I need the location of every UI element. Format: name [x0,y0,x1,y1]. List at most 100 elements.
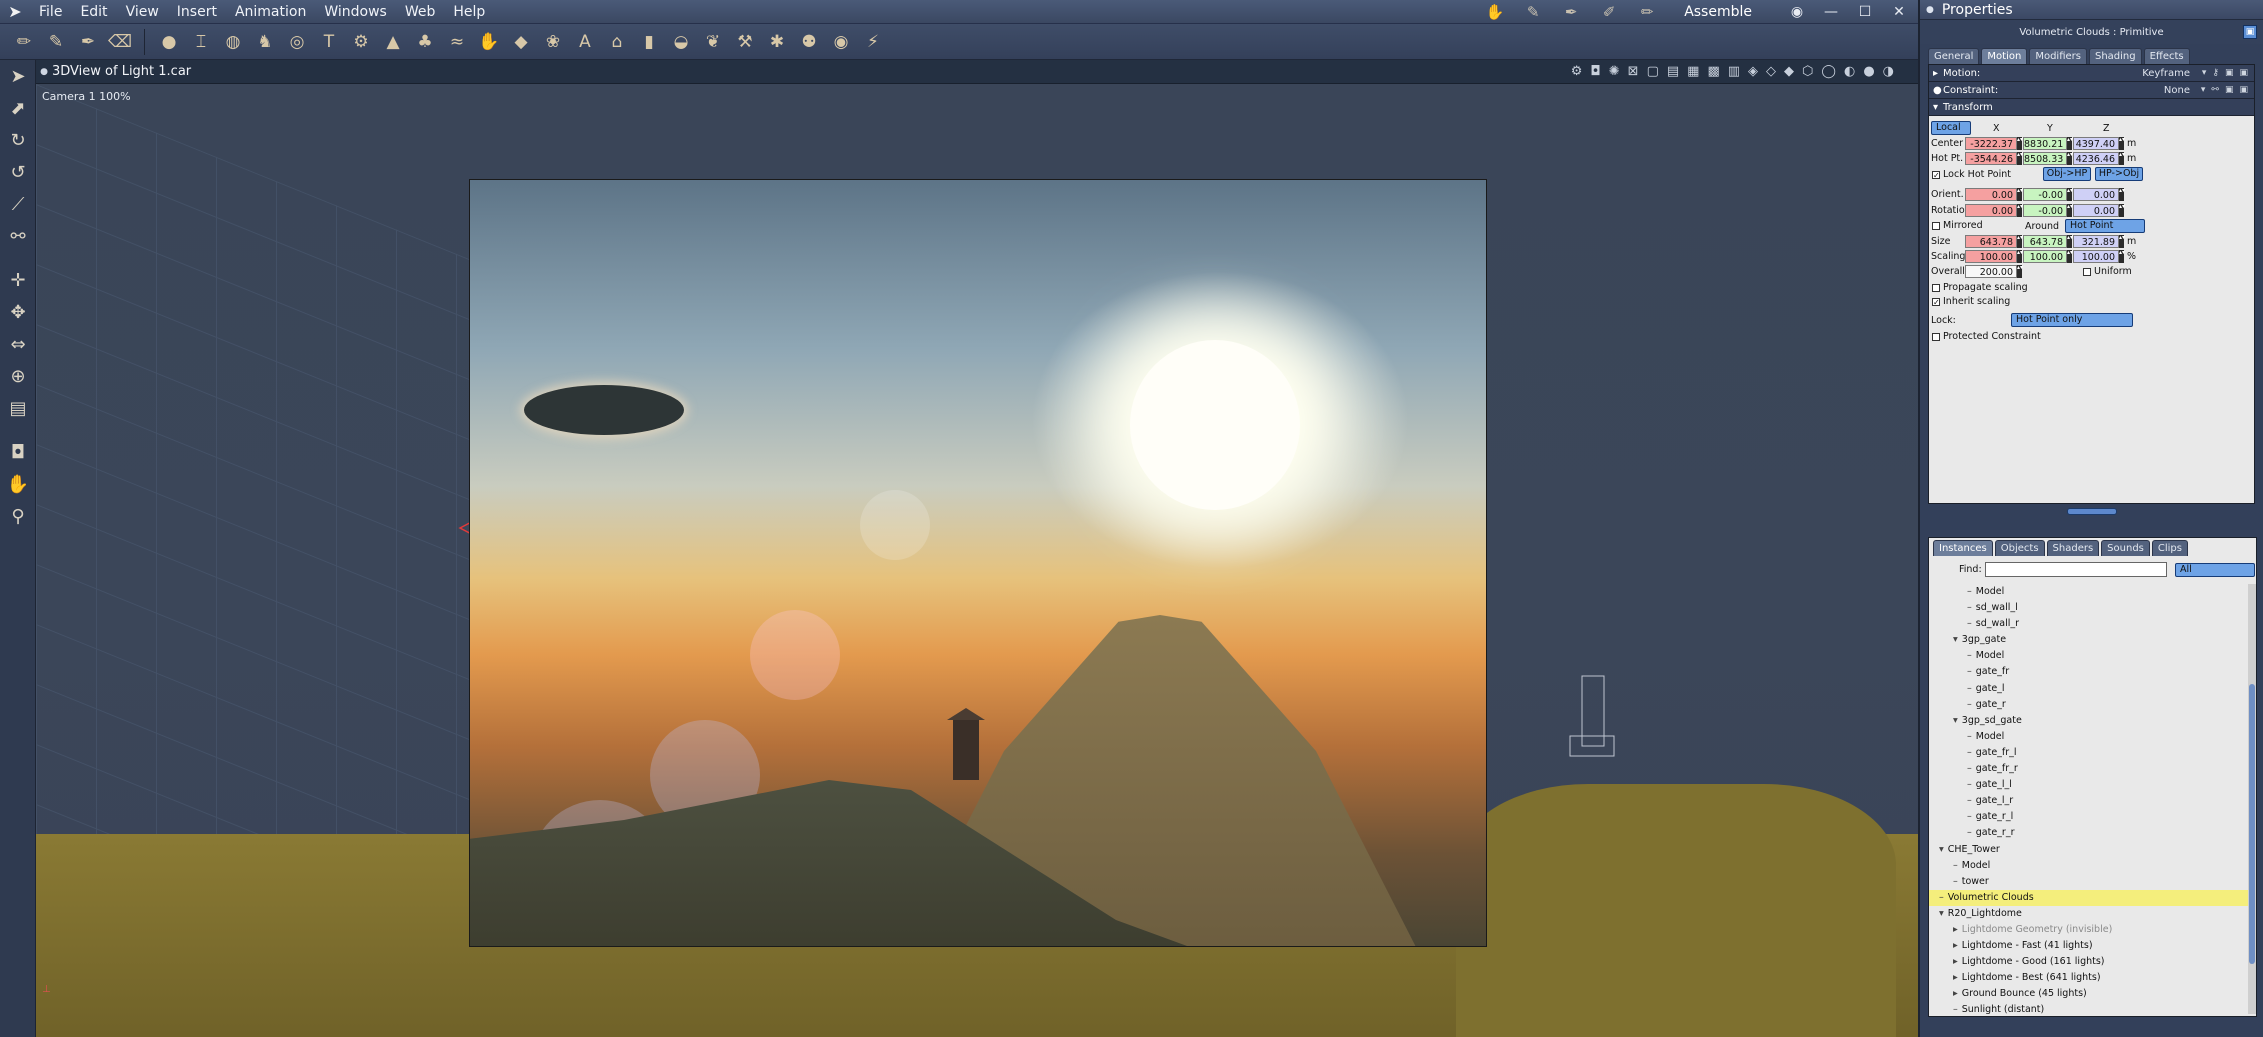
dropdown-icon[interactable]: ▾ [2202,68,2207,78]
target-icon[interactable]: ◉ [827,28,855,56]
motion-value[interactable]: Keyframe [2142,68,2190,79]
propagate-scaling-checkbox[interactable] [1932,284,1940,292]
tree-item[interactable]: ▸ Lightdome - Fast (41 lights) [1929,938,2249,954]
copy-icon[interactable]: ▣ [2225,85,2234,95]
zoom-icon[interactable]: ⚲ [0,500,36,532]
hp-to-obj-button[interactable]: HP->Obj [2095,167,2143,181]
hotpt-x-field[interactable]: -3544.26 [1965,152,2017,165]
tab-shading[interactable]: Shading [2088,48,2142,64]
dropdown-icon[interactable]: ▾ [2201,85,2206,95]
bowl-icon[interactable]: ◒ [667,28,695,56]
constraint-value[interactable]: None [2164,85,2190,96]
hammer-icon[interactable]: ⚒ [731,28,759,56]
pen-room-icon[interactable]: ✒ [1560,3,1582,21]
tree-icon[interactable]: ♣ [411,28,439,56]
ground-icon[interactable]: ▤ [0,392,36,424]
scaling-y-field[interactable]: 100.00 [2023,250,2067,263]
find-input[interactable] [1985,562,2167,577]
motion-section[interactable]: ▸ Motion: Keyframe ▾ ⚷ ▣ ▣ [1929,65,2254,82]
move-plane-icon[interactable]: ✥ [0,296,36,328]
rotate-icon[interactable]: ↻ [0,124,36,156]
tab-effects[interactable]: Effects [2143,48,2190,64]
eye-icon[interactable]: ◉ [1788,4,1806,20]
maximize-button[interactable]: ☐ [1856,4,1874,20]
transform-section[interactable]: ▾ Transform [1929,99,2254,116]
size-x-field[interactable]: 643.78 [1965,235,2017,248]
shading-texture-icon[interactable]: ◑ [1883,64,1894,79]
tree-item[interactable]: – gate_fr_r [1929,761,2249,777]
collapsed-arrow-icon[interactable]: ▸ [1953,940,1958,951]
rotation-x-field[interactable]: 0.00 [1965,204,2017,217]
paste-icon[interactable]: ▣ [2239,68,2248,78]
tree-item[interactable]: – gate_r_l [1929,809,2249,825]
tab-motion[interactable]: Motion [1981,48,2028,64]
tree-item[interactable]: – sd_wall_r [1929,616,2249,632]
spinner[interactable]: ▴▾ [2017,188,2023,201]
tree-item[interactable]: – tower [1929,874,2249,890]
view-menu-icon[interactable]: ● [36,67,52,77]
layout-quad-icon[interactable]: ▦ [1687,64,1699,79]
spinner[interactable]: ▴▾ [2017,137,2023,150]
tab-sounds[interactable]: Sounds [2101,540,2150,556]
3d-viewport[interactable]: Camera 1 100% ⊥ [36,84,1918,1037]
panel-splitter[interactable] [1920,504,2263,518]
brush-room-icon[interactable]: ✎ [1522,3,1544,21]
menu-view[interactable]: View [117,0,168,24]
menu-windows[interactable]: Windows [315,0,396,24]
camera-gizmo-icon[interactable] [1568,674,1618,774]
hotpt-y-field[interactable]: 8508.33 [2023,152,2067,165]
lights-icon[interactable]: ✺ [1609,64,1620,79]
center-x-field[interactable]: -3222.37 [1965,137,2017,150]
tree-item[interactable]: – gate_fr [1929,664,2249,680]
tab-shaders[interactable]: Shaders [2046,540,2100,556]
menu-animation[interactable]: Animation [226,0,315,24]
size-y-field[interactable]: 643.78 [2023,235,2067,248]
camera-select-icon[interactable]: ◘ [1590,64,1600,79]
menu-edit[interactable]: Edit [71,0,116,24]
rotation-y-field[interactable]: -0.00 [2023,204,2067,217]
orient-x-field[interactable]: 0.00 [1965,188,2017,201]
collapsed-arrow-icon[interactable]: ▸ [1953,972,1958,983]
spinner[interactable]: ▴▾ [2119,152,2125,165]
panel-menu-icon[interactable]: ● [1926,5,1934,15]
center-z-field[interactable]: 4397.40 [2073,137,2119,150]
text-icon[interactable]: T [315,28,343,56]
ruler-room-icon[interactable]: ✏ [1636,3,1658,21]
orient-z-field[interactable]: 0.00 [2073,188,2119,201]
spinner[interactable]: ▴▾ [2119,188,2125,201]
size-z-field[interactable]: 321.89 [2073,235,2119,248]
brush-tool-icon[interactable]: ✎ [42,28,70,56]
spinner[interactable]: ▴▾ [2017,265,2023,278]
move-icon[interactable]: ✛ [0,264,36,296]
tree-item[interactable]: ▸ Lightdome - Good (161 lights) [1929,954,2249,970]
expanded-arrow-icon[interactable]: ▾ [1953,634,1958,645]
orient-y-field[interactable]: -0.00 [2023,188,2067,201]
shading-wire-icon[interactable]: ◯ [1821,64,1836,79]
leaf-icon[interactable]: ❦ [699,28,727,56]
twist-icon[interactable]: ↺ [0,156,36,188]
terrain-icon[interactable]: ▲ [379,28,407,56]
tab-clips[interactable]: Clips [2151,540,2188,556]
render-settings-icon[interactable]: ⚙ [1571,64,1583,79]
mirrored-checkbox[interactable] [1932,222,1940,230]
layout-grid-icon[interactable]: ▩ [1707,64,1719,79]
eraser-tool-icon[interactable]: ⌫ [106,28,134,56]
menu-web[interactable]: Web [396,0,445,24]
collapsed-arrow-icon[interactable]: ▸ [1953,988,1958,999]
space-dropdown[interactable]: Local [1931,121,1971,135]
select-arrow-icon[interactable]: ➤ [0,60,36,92]
tree-item[interactable]: – Sunlight (distant) [1929,1002,2249,1014]
tree-item[interactable]: – Model [1929,648,2249,664]
menu-help[interactable]: Help [444,0,494,24]
expanded-arrow-icon[interactable]: ▾ [1939,908,1944,919]
copy-icon[interactable]: ▣ [2225,68,2234,78]
spinner[interactable]: ▴▾ [2067,152,2073,165]
tree-item[interactable]: – gate_l_r [1929,793,2249,809]
people-icon[interactable]: ⚉ [795,28,823,56]
view-top-icon[interactable]: ◆ [1784,64,1794,79]
spinner[interactable]: ▴▾ [2067,250,2073,263]
spinner[interactable]: ▴▾ [2119,137,2125,150]
torus-icon[interactable]: ◎ [283,28,311,56]
tree-item[interactable]: – Volumetric Clouds [1929,889,2249,906]
water-icon[interactable]: ≈ [443,28,471,56]
